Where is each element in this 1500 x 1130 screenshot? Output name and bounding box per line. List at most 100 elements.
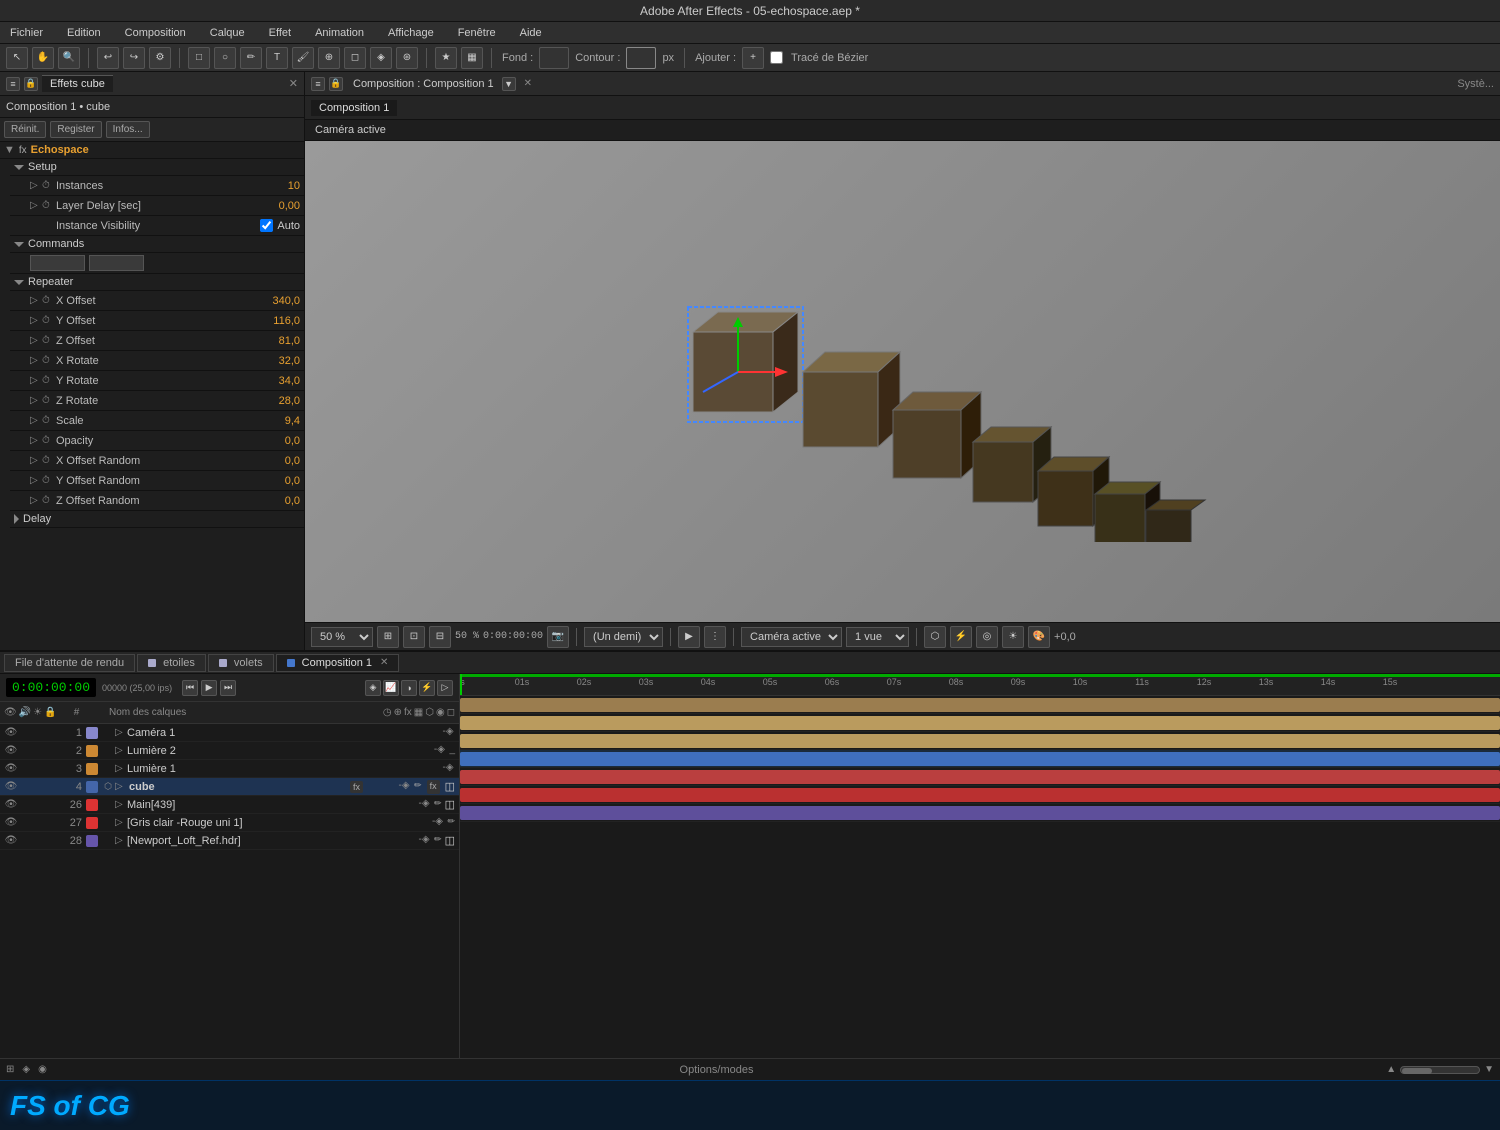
comp-panel-menu-btn[interactable]: ≡ (311, 77, 325, 91)
tool-puppet[interactable]: ⊛ (396, 47, 418, 69)
tool-ellipse[interactable]: ○ (214, 47, 236, 69)
tool-eraser[interactable]: ◻ (344, 47, 366, 69)
reinit-btn[interactable]: Réinit. (4, 121, 46, 138)
menu-effet[interactable]: Effet (263, 25, 297, 41)
time-display[interactable]: 0:00:00:00 (6, 678, 96, 697)
comp1-tab[interactable]: Composition 1 (311, 100, 397, 116)
instances-value[interactable]: 10 (260, 180, 300, 192)
panel-close-btn[interactable]: ✕ (289, 77, 298, 90)
layer-lumiere1[interactable]: 👁 3 ▷ Lumière 1 -◈ (0, 760, 459, 778)
camera1-expand-icon[interactable]: ▷ (115, 727, 125, 738)
comp-panel-lock-btn[interactable]: 🔒 (329, 77, 343, 91)
footer-btn-2[interactable]: ◈ (22, 1064, 30, 1075)
viewer-grid-btn[interactable]: ⊟ (429, 626, 451, 648)
panel-menu-btn[interactable]: ≡ (6, 77, 20, 91)
views-dropdown[interactable]: 1 vue 2 vues (846, 627, 909, 647)
footer-btn-3[interactable]: ◉ (38, 1064, 47, 1075)
infos-btn[interactable]: Infos... (106, 121, 150, 138)
viewer-render-btn[interactable]: ▶ (678, 626, 700, 648)
add-marker-btn[interactable]: ◈ (365, 680, 381, 696)
tab-comp1[interactable]: Composition 1 ✕ (276, 654, 400, 672)
menu-fenetre[interactable]: Fenêtre (452, 25, 502, 41)
comp1-tab-close[interactable]: ✕ (380, 657, 388, 668)
cmd-btn-1[interactable] (30, 255, 85, 271)
menu-aide[interactable]: Aide (514, 25, 548, 41)
comp-panel-dropdown[interactable]: ▼ (502, 77, 516, 91)
comp-panel-close[interactable]: ✕ (524, 78, 532, 89)
viewer-fit-btn[interactable]: ⊞ (377, 626, 399, 648)
tool-rect[interactable]: □ (188, 47, 210, 69)
y-rotate-value[interactable]: 34,0 (260, 375, 300, 387)
layer-cube[interactable]: 👁 4 ⬡ ▷ cube fx -◈ ✏ fx ◫ (0, 778, 459, 796)
tool-redo[interactable]: ↪ (123, 47, 145, 69)
timeline-ruler[interactable]: 0s 01s 02s 03s 04s 05s 06s 07s 08s 09s 1… (460, 674, 1500, 696)
viewer-camera-btn[interactable]: 📷 (547, 626, 569, 648)
z-rotate-value[interactable]: 28,0 (260, 395, 300, 407)
panel-lock-btn[interactable]: 🔒 (24, 77, 38, 91)
tool-clone[interactable]: ⊕ (318, 47, 340, 69)
layer-main[interactable]: 👁 26 ▷ Main[439] -◈ ✏ ◫ (0, 796, 459, 814)
tool-roto[interactable]: ◈ (370, 47, 392, 69)
viewer-exposure-btn[interactable]: ☀ (1002, 626, 1024, 648)
menu-fichier[interactable]: Fichier (4, 25, 49, 41)
hdr-expand-icon[interactable]: ▷ (115, 835, 125, 846)
x-offset-random-value[interactable]: 0,0 (260, 455, 300, 467)
lumiere1-expand-icon[interactable]: ▷ (115, 763, 125, 774)
layer-lumiere2[interactable]: 👁 2 ▷ Lumière 2 -◈ _ (0, 742, 459, 760)
layer-delay-value[interactable]: 0,00 (260, 200, 300, 212)
menu-calque[interactable]: Calque (204, 25, 251, 41)
draft-btn[interactable]: ⚡ (419, 680, 435, 696)
scale-value[interactable]: 9,4 (260, 415, 300, 427)
tool-text[interactable]: T (266, 47, 288, 69)
y-offset-value[interactable]: 116,0 (260, 315, 300, 327)
scroll-up-btn[interactable]: ▲ (1386, 1064, 1396, 1075)
lumiere2-expand-icon[interactable]: ▷ (115, 745, 125, 756)
playhead[interactable] (460, 674, 462, 695)
tool-zoom[interactable]: 🔍 (58, 47, 80, 69)
delay-header[interactable]: Delay (10, 511, 304, 528)
effects-panel-tab[interactable]: Effets cube (42, 75, 113, 92)
cube-expand-icon[interactable]: ▷ (115, 781, 125, 792)
tool-star[interactable]: ★ (435, 47, 457, 69)
menu-animation[interactable]: Animation (309, 25, 370, 41)
z-offset-value[interactable]: 81,0 (260, 335, 300, 347)
tab-volets[interactable]: volets (208, 654, 274, 672)
menu-edition[interactable]: Edition (61, 25, 107, 41)
play-btn[interactable]: ▶ (201, 680, 217, 696)
tool-pen[interactable]: ✏ (240, 47, 262, 69)
viewer-safe-btn[interactable]: ⊡ (403, 626, 425, 648)
x-rotate-value[interactable]: 32,0 (260, 355, 300, 367)
menu-affichage[interactable]: Affichage (382, 25, 440, 41)
commands-header[interactable]: Commands (10, 236, 304, 253)
tool-select[interactable]: ↖ (6, 47, 28, 69)
goto-start-btn[interactable]: ⏮ (182, 680, 198, 696)
ajouter-btn[interactable]: + (742, 47, 764, 69)
main-expand-icon[interactable]: ▷ (115, 799, 125, 810)
tool-hand[interactable]: ✋ (32, 47, 54, 69)
scroll-down-btn[interactable]: ▼ (1484, 1064, 1494, 1075)
register-btn[interactable]: Register (50, 121, 101, 138)
viewer-fast-btn[interactable]: ⚡ (950, 626, 972, 648)
scroll-bar[interactable] (1400, 1066, 1480, 1074)
opacity-value[interactable]: 0,0 (260, 435, 300, 447)
graph-editor-btn[interactable]: 📈 (383, 680, 399, 696)
composition-viewport[interactable] (305, 141, 1500, 622)
y-offset-random-value[interactable]: 0,0 (260, 475, 300, 487)
tool-settings[interactable]: ⚙ (149, 47, 171, 69)
camera-dropdown[interactable]: Caméra active (741, 627, 842, 647)
echospace-header[interactable]: ▼ fx Echospace (0, 142, 304, 159)
mask-checkbox[interactable] (770, 51, 783, 64)
tool-undo[interactable]: ↩ (97, 47, 119, 69)
instance-vis-checkbox[interactable] (260, 219, 273, 232)
viewer-3d-btn[interactable]: ⬡ (924, 626, 946, 648)
cmd-btn-2[interactable] (89, 255, 144, 271)
quality-dropdown[interactable]: (Un demi) Complète (584, 627, 663, 647)
ram-preview-btn[interactable]: ▷ (437, 680, 453, 696)
z-offset-random-value[interactable]: 0,0 (260, 495, 300, 507)
tab-etoiles[interactable]: etoiles (137, 654, 206, 672)
layer-camera1[interactable]: 👁 1 ▷ Caméra 1 -◈ (0, 724, 459, 742)
tab-render-queue[interactable]: File d'attente de rendu (4, 654, 135, 672)
scroll-thumb[interactable] (1402, 1068, 1432, 1074)
motion-blur-btn[interactable]: ◑ (401, 680, 417, 696)
fond-color[interactable] (539, 47, 569, 69)
